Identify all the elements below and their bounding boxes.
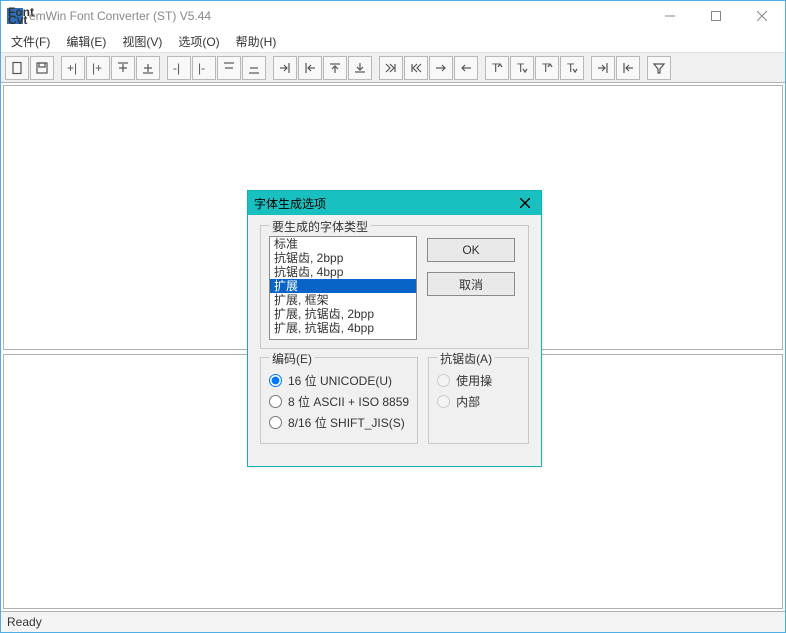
radio-ascii-input[interactable]: [269, 395, 282, 408]
window-title: emWin Font Converter (ST) V5.44: [29, 9, 647, 23]
list-item[interactable]: 扩展, 抗锯齿, 4bpp: [270, 321, 416, 335]
group-antialias: 抗锯齿(A) 使用操 内部: [428, 357, 529, 444]
svg-text:|+: |+: [92, 61, 102, 75]
list-item[interactable]: 标准: [270, 237, 416, 251]
text-down-icon[interactable]: T: [510, 56, 534, 80]
filter-icon[interactable]: [647, 56, 671, 80]
list-item-selected[interactable]: 扩展: [270, 279, 416, 293]
minimize-button[interactable]: [647, 1, 693, 31]
list-item[interactable]: 扩展, 抗锯齿, 2bpp: [270, 307, 416, 321]
radio-ascii[interactable]: 8 位 ASCII + ISO 8859: [269, 393, 409, 410]
menu-help[interactable]: 帮助(H): [230, 31, 283, 52]
list-item[interactable]: 扩展, 框架: [270, 293, 416, 307]
add-bottom-icon[interactable]: [136, 56, 160, 80]
workarea: 字体生成选项 要生成的字体类型 标准 抗锯齿, 2bpp 抗锯齿, 4bpp 扩…: [1, 83, 785, 611]
svg-text:-|: -|: [173, 61, 180, 75]
main-window: Font Cvt emWin Font Converter (ST) V5.44…: [0, 0, 786, 633]
dialog-body: 要生成的字体类型 标准 抗锯齿, 2bpp 抗锯齿, 4bpp 扩展 扩展, 框…: [248, 215, 541, 466]
menu-file[interactable]: 文件(F): [5, 31, 56, 52]
group-encoding: 编码(E) 16 位 UNICODE(U) 8 位 ASCII + ISO 88…: [260, 357, 418, 444]
close-button[interactable]: [739, 1, 785, 31]
cancel-button[interactable]: 取消: [427, 272, 515, 296]
arrow-right-icon[interactable]: [429, 56, 453, 80]
group-encoding-legend: 编码(E): [269, 350, 315, 367]
radio-aa-internal-input: [437, 395, 450, 408]
dialog-title: 字体生成选项: [254, 195, 515, 212]
menu-view[interactable]: 视图(V): [116, 31, 168, 52]
dialog-close-button[interactable]: [515, 194, 535, 212]
svg-text:T: T: [567, 61, 575, 75]
move-up-bar-icon[interactable]: [323, 56, 347, 80]
svg-text:T: T: [517, 61, 525, 75]
sub-top-icon[interactable]: [217, 56, 241, 80]
list-item[interactable]: 抗锯齿, 2bpp: [270, 251, 416, 265]
group-fonttype-legend: 要生成的字体类型: [269, 218, 371, 235]
menubar: 文件(F) 编辑(E) 视图(V) 选项(O) 帮助(H): [1, 31, 785, 53]
dialog-titlebar[interactable]: 字体生成选项: [248, 191, 541, 215]
move-right-bar-icon[interactable]: [273, 56, 297, 80]
font-options-dialog: 字体生成选项 要生成的字体类型 标准 抗锯齿, 2bpp 抗锯齿, 4bpp 扩…: [247, 190, 542, 467]
fonttype-listbox[interactable]: 标准 抗锯齿, 2bpp 抗锯齿, 4bpp 扩展 扩展, 框架 扩展, 抗锯齿…: [269, 236, 417, 340]
svg-text:+|: +|: [67, 61, 77, 75]
radio-sjis[interactable]: 8/16 位 SHIFT_JIS(S): [269, 414, 409, 431]
app-icon: Font Cvt: [7, 8, 23, 24]
shift-right-add-icon[interactable]: |+: [86, 56, 110, 80]
add-top-icon[interactable]: [111, 56, 135, 80]
window-buttons: [647, 1, 785, 31]
toolbar: +| |+ -| |- T T T T: [1, 53, 785, 83]
align-left-icon[interactable]: [616, 56, 640, 80]
ok-button[interactable]: OK: [427, 238, 515, 262]
svg-text:T: T: [542, 61, 550, 75]
maximize-button[interactable]: [693, 1, 739, 31]
text-up-icon[interactable]: T: [485, 56, 509, 80]
save-icon[interactable]: [30, 56, 54, 80]
align-right-icon[interactable]: [591, 56, 615, 80]
statusbar: Ready: [1, 611, 785, 632]
svg-text:T: T: [492, 61, 500, 75]
radio-aa-use: 使用操: [437, 372, 520, 389]
svg-text:|-: |-: [198, 61, 205, 75]
group-antialias-legend: 抗锯齿(A): [437, 350, 495, 367]
text-down2-icon[interactable]: T: [560, 56, 584, 80]
titlebar: Font Cvt emWin Font Converter (ST) V5.44: [1, 1, 785, 31]
seek-end-icon[interactable]: [379, 56, 403, 80]
list-item[interactable]: 抗锯齿, 4bpp: [270, 265, 416, 279]
move-down-bar-icon[interactable]: [348, 56, 372, 80]
radio-unicode-input[interactable]: [269, 374, 282, 387]
group-fonttype: 要生成的字体类型 标准 抗锯齿, 2bpp 抗锯齿, 4bpp 扩展 扩展, 框…: [260, 225, 529, 349]
shift-left-add-icon[interactable]: +|: [61, 56, 85, 80]
radio-aa-use-input: [437, 374, 450, 387]
sub-bottom-icon[interactable]: [242, 56, 266, 80]
move-left-bar-icon[interactable]: [298, 56, 322, 80]
menu-options[interactable]: 选项(O): [172, 31, 225, 52]
status-text: Ready: [7, 615, 42, 629]
radio-unicode[interactable]: 16 位 UNICODE(U): [269, 372, 409, 389]
radio-aa-internal: 内部: [437, 393, 520, 410]
menu-edit[interactable]: 编辑(E): [60, 31, 112, 52]
shift-left-sub-icon[interactable]: -|: [167, 56, 191, 80]
shift-right-sub-icon[interactable]: |-: [192, 56, 216, 80]
seek-start-icon[interactable]: [404, 56, 428, 80]
radio-sjis-input[interactable]: [269, 416, 282, 429]
text-up2-icon[interactable]: T: [535, 56, 559, 80]
arrow-left-icon[interactable]: [454, 56, 478, 80]
app-icon-bot: Cvt: [8, 16, 22, 24]
new-icon[interactable]: [5, 56, 29, 80]
